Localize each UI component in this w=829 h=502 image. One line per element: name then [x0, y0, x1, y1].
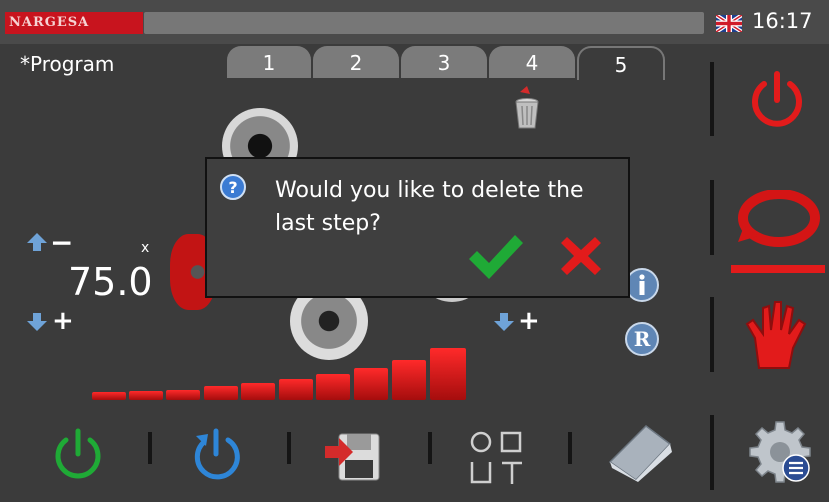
toolbar-separator — [148, 432, 152, 464]
left-value-display[interactable]: 75.0 — [68, 260, 153, 304]
refresh-icon[interactable] — [190, 428, 242, 484]
right-panel-separator — [710, 415, 714, 490]
uk-flag-icon[interactable] — [716, 15, 742, 32]
down-arrow-icon[interactable] — [494, 313, 514, 331]
clock: 16:17 — [752, 9, 813, 33]
right-panel-separator — [710, 297, 714, 372]
step-bar — [316, 374, 350, 400]
machine-control-screen: NARGESA 16:17 *Program 1 2 3 4 5 − x 75.… — [0, 0, 829, 502]
folder-icon[interactable] — [606, 422, 676, 484]
tab-step-2[interactable]: 2 — [313, 46, 399, 78]
increase-sign[interactable]: + — [518, 306, 540, 336]
tab-label: 4 — [525, 51, 539, 75]
step-bar — [204, 386, 238, 400]
confirm-delete-dialog: ? Would you like to delete the last step… — [205, 157, 630, 298]
tab-step-1[interactable]: 1 — [227, 46, 311, 78]
unit-label: x — [141, 240, 150, 256]
tab-label: 5 — [614, 53, 628, 77]
cross-icon — [561, 237, 601, 275]
down-arrow-icon[interactable] — [27, 313, 47, 331]
step-bar — [354, 368, 388, 400]
decrease-sign[interactable]: − — [50, 226, 73, 259]
toolbar-separator — [568, 432, 572, 464]
tab-label: 2 — [349, 51, 363, 75]
step-bar — [392, 360, 426, 400]
save-icon[interactable] — [325, 430, 383, 484]
brand-logo: NARGESA — [5, 12, 143, 34]
settings-icon[interactable] — [748, 420, 812, 484]
toolbar-separator — [287, 432, 291, 464]
svg-text:?: ? — [228, 178, 237, 197]
dialog-message-line: Would you like to delete the — [275, 178, 584, 203]
toolbar-separator — [428, 432, 432, 464]
up-arrow-icon[interactable] — [27, 233, 47, 251]
step-bar — [241, 383, 275, 400]
shapes-icon[interactable] — [468, 430, 526, 486]
cancel-button[interactable] — [557, 233, 605, 279]
svg-text:R: R — [634, 327, 651, 351]
tab-step-4[interactable]: 4 — [489, 46, 575, 78]
question-icon: ? — [220, 174, 246, 200]
manual-hand-icon[interactable] — [745, 298, 811, 370]
info-icon[interactable] — [625, 268, 659, 302]
dialog-message: Would you like to delete the last step? — [275, 174, 625, 240]
tab-step-3[interactable]: 3 — [401, 46, 487, 78]
top-status-strip — [144, 12, 704, 34]
step-bar — [166, 390, 200, 400]
step-bar — [92, 392, 126, 400]
right-panel-separator — [710, 180, 714, 255]
tab-step-5[interactable]: 5 — [577, 46, 665, 80]
power-on-icon[interactable] — [52, 428, 104, 484]
tab-label: 1 — [262, 51, 276, 75]
step-bar — [279, 379, 313, 400]
right-panel-separator — [710, 62, 714, 136]
cycle-icon[interactable] — [736, 190, 822, 250]
active-indicator — [731, 265, 825, 273]
program-label: *Program — [20, 52, 115, 76]
increase-sign[interactable]: + — [52, 306, 74, 336]
check-icon — [469, 235, 523, 279]
step-bar — [430, 348, 466, 400]
reset-icon[interactable]: R — [625, 322, 659, 356]
step-bar — [129, 391, 163, 400]
trash-icon[interactable] — [512, 86, 542, 130]
tab-label: 3 — [437, 51, 451, 75]
confirm-button[interactable] — [467, 231, 525, 283]
brand-text: NARGESA — [9, 15, 90, 30]
power-off-icon[interactable] — [748, 70, 806, 132]
